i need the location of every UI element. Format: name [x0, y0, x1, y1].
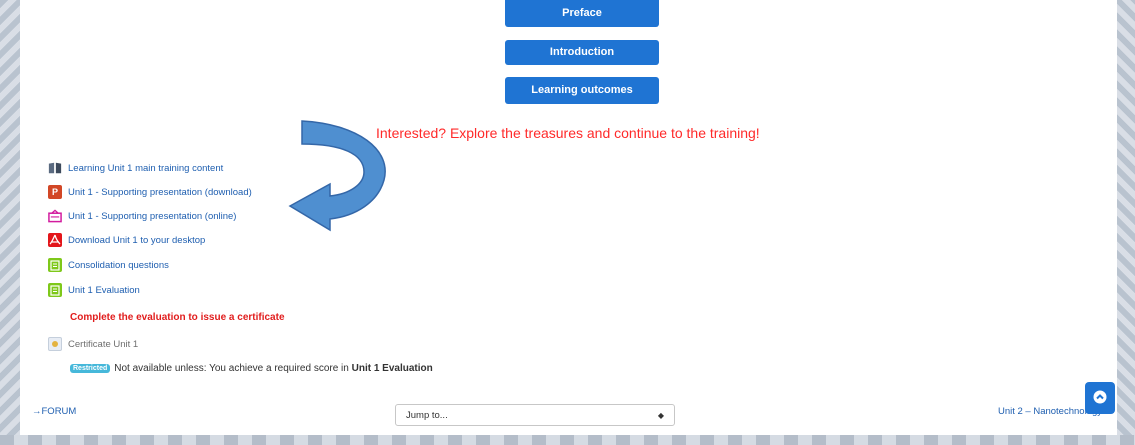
activity-presentation-download[interactable]: P Unit 1 - Supporting presentation (down…	[48, 183, 252, 201]
chevron-up-icon	[1093, 389, 1107, 408]
pdf-icon	[48, 233, 62, 247]
jump-to-select[interactable]: Jump to... ◆	[395, 404, 675, 426]
background-pattern-bottom	[0, 435, 1135, 445]
presentation-icon	[48, 209, 62, 223]
restricted-badge: Restricted	[70, 364, 111, 373]
activity-certificate: Certificate Unit 1	[48, 335, 138, 353]
jump-to-value: Jump to...	[406, 409, 448, 421]
background-pattern-left	[0, 0, 20, 445]
certificate-icon	[48, 337, 62, 351]
activity-presentation-online[interactable]: Unit 1 - Supporting presentation (online…	[48, 207, 236, 225]
activity-main-content[interactable]: Learning Unit 1 main training content	[48, 159, 223, 177]
explore-callout: Interested? Explore the treasures and co…	[376, 125, 760, 141]
restriction-text: Not available unless: You achieve a requ…	[114, 363, 349, 374]
activity-label[interactable]: Download Unit 1 to your desktop	[68, 235, 205, 246]
quiz-icon	[48, 258, 62, 272]
back-to-top-button[interactable]	[1085, 382, 1115, 414]
preface-button[interactable]: Preface	[505, 0, 659, 27]
activity-label: Certificate Unit 1	[68, 338, 139, 350]
activity-unit-evaluation[interactable]: Unit 1 Evaluation	[48, 281, 140, 299]
activity-label[interactable]: Unit 1 - Supporting presentation (online…	[68, 211, 236, 222]
select-arrows-icon: ◆	[657, 410, 664, 420]
activity-label[interactable]: Learning Unit 1 main training content	[68, 163, 223, 174]
activity-label[interactable]: Unit 1 - Supporting presentation (downlo…	[68, 187, 252, 198]
learning-outcomes-button[interactable]: Learning outcomes	[505, 77, 659, 104]
activity-consolidation-questions[interactable]: Consolidation questions	[48, 256, 169, 274]
quiz-icon	[48, 283, 62, 297]
book-icon	[48, 161, 62, 175]
restriction-target: Unit 1 Evaluation	[351, 363, 433, 374]
restriction-info: Restricted Not available unless: You ach…	[70, 363, 433, 374]
activity-label[interactable]: Consolidation questions	[68, 260, 169, 271]
previous-section-link[interactable]: →FORUM	[32, 406, 76, 417]
certificate-notice: Complete the evaluation to issue a certi…	[70, 312, 285, 323]
activity-label[interactable]: Unit 1 Evaluation	[68, 285, 140, 296]
activity-download-pdf[interactable]: Download Unit 1 to your desktop	[48, 231, 205, 249]
course-section-page: Preface Introduction Learning outcomes I…	[20, 0, 1117, 435]
background-pattern-right	[1117, 0, 1135, 445]
introduction-button[interactable]: Introduction	[505, 40, 659, 65]
powerpoint-icon: P	[48, 185, 62, 199]
